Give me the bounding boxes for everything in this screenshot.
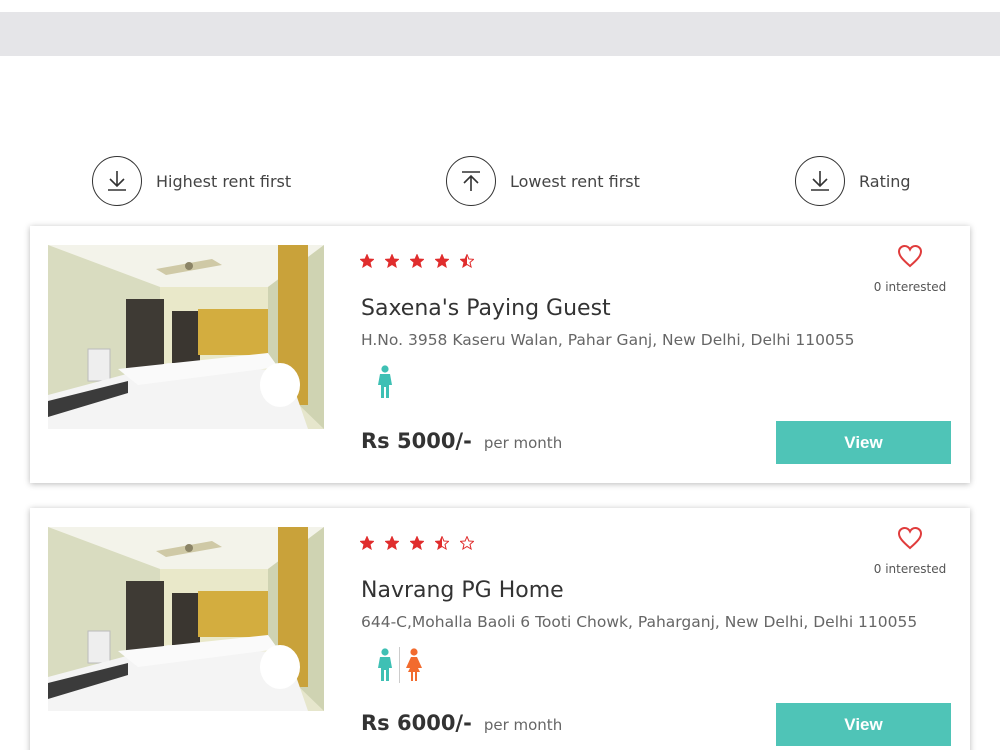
- sort-label: Rating: [859, 171, 911, 191]
- gender-icons: [375, 365, 395, 399]
- listing-price: Rs 6000/- per month: [361, 711, 562, 735]
- star-rating: [360, 536, 485, 550]
- arrow-down-icon: [92, 156, 142, 206]
- view-button[interactable]: View: [776, 421, 951, 464]
- arrow-down-icon: [795, 156, 845, 206]
- listing-card[interactable]: 0 interested Saxena's Paying Guest H.No.…: [30, 226, 970, 483]
- interested-count: 0 interested: [873, 280, 947, 294]
- room-photo[interactable]: [48, 245, 324, 429]
- price-amount: Rs 6000/-: [361, 711, 472, 735]
- female-icon: [404, 648, 424, 682]
- favorite[interactable]: 0 interested: [870, 244, 950, 295]
- star-full-icon: [410, 536, 435, 550]
- sort-lowest-rent-button[interactable]: Lowest rent first: [446, 155, 640, 207]
- sort-options-bar: Highest rent first Lowest rent first Rat…: [0, 155, 1000, 207]
- favorite[interactable]: 0 interested: [870, 526, 950, 577]
- listing-card[interactable]: 0 interested Navrang PG Home 644-C,Mohal…: [30, 508, 970, 750]
- sort-highest-rent-button[interactable]: Highest rent first: [92, 155, 291, 207]
- interested-count: 0 interested: [873, 562, 947, 576]
- price-period: per month: [483, 716, 563, 734]
- heart-icon[interactable]: [870, 244, 950, 272]
- star-full-icon: [385, 536, 410, 550]
- star-full-icon: [435, 254, 460, 268]
- sort-label: Lowest rent first: [510, 171, 640, 191]
- star-rating: [360, 254, 485, 268]
- room-photo[interactable]: [48, 527, 324, 711]
- listing-name[interactable]: Saxena's Paying Guest: [361, 296, 611, 321]
- listing-address: 644-C,Mohalla Baoli 6 Tooti Chowk, Pahar…: [361, 613, 918, 631]
- price-period: per month: [483, 434, 563, 452]
- listing-price: Rs 5000/- per month: [361, 429, 562, 453]
- heart-icon[interactable]: [870, 526, 950, 554]
- listing-name[interactable]: Navrang PG Home: [361, 578, 564, 603]
- top-header-bar: [0, 12, 1000, 56]
- star-full-icon: [385, 254, 410, 268]
- sort-rating-button[interactable]: Rating: [795, 155, 911, 207]
- star-full-icon: [360, 254, 385, 268]
- male-icon: [375, 648, 395, 682]
- star-full-icon: [410, 254, 435, 268]
- star-half-icon: [435, 536, 460, 550]
- gender-divider: [399, 647, 400, 683]
- star-full-icon: [360, 536, 385, 550]
- male-icon: [375, 365, 395, 399]
- view-button[interactable]: View: [776, 703, 951, 746]
- price-amount: Rs 5000/-: [361, 429, 472, 453]
- star-half-icon: [460, 254, 485, 268]
- arrow-up-icon: [446, 156, 496, 206]
- sort-label: Highest rent first: [156, 171, 292, 191]
- listing-address: H.No. 3958 Kaseru Walan, Pahar Ganj, New…: [361, 331, 855, 349]
- gender-icons: [375, 647, 424, 683]
- star-empty-icon: [460, 536, 485, 550]
